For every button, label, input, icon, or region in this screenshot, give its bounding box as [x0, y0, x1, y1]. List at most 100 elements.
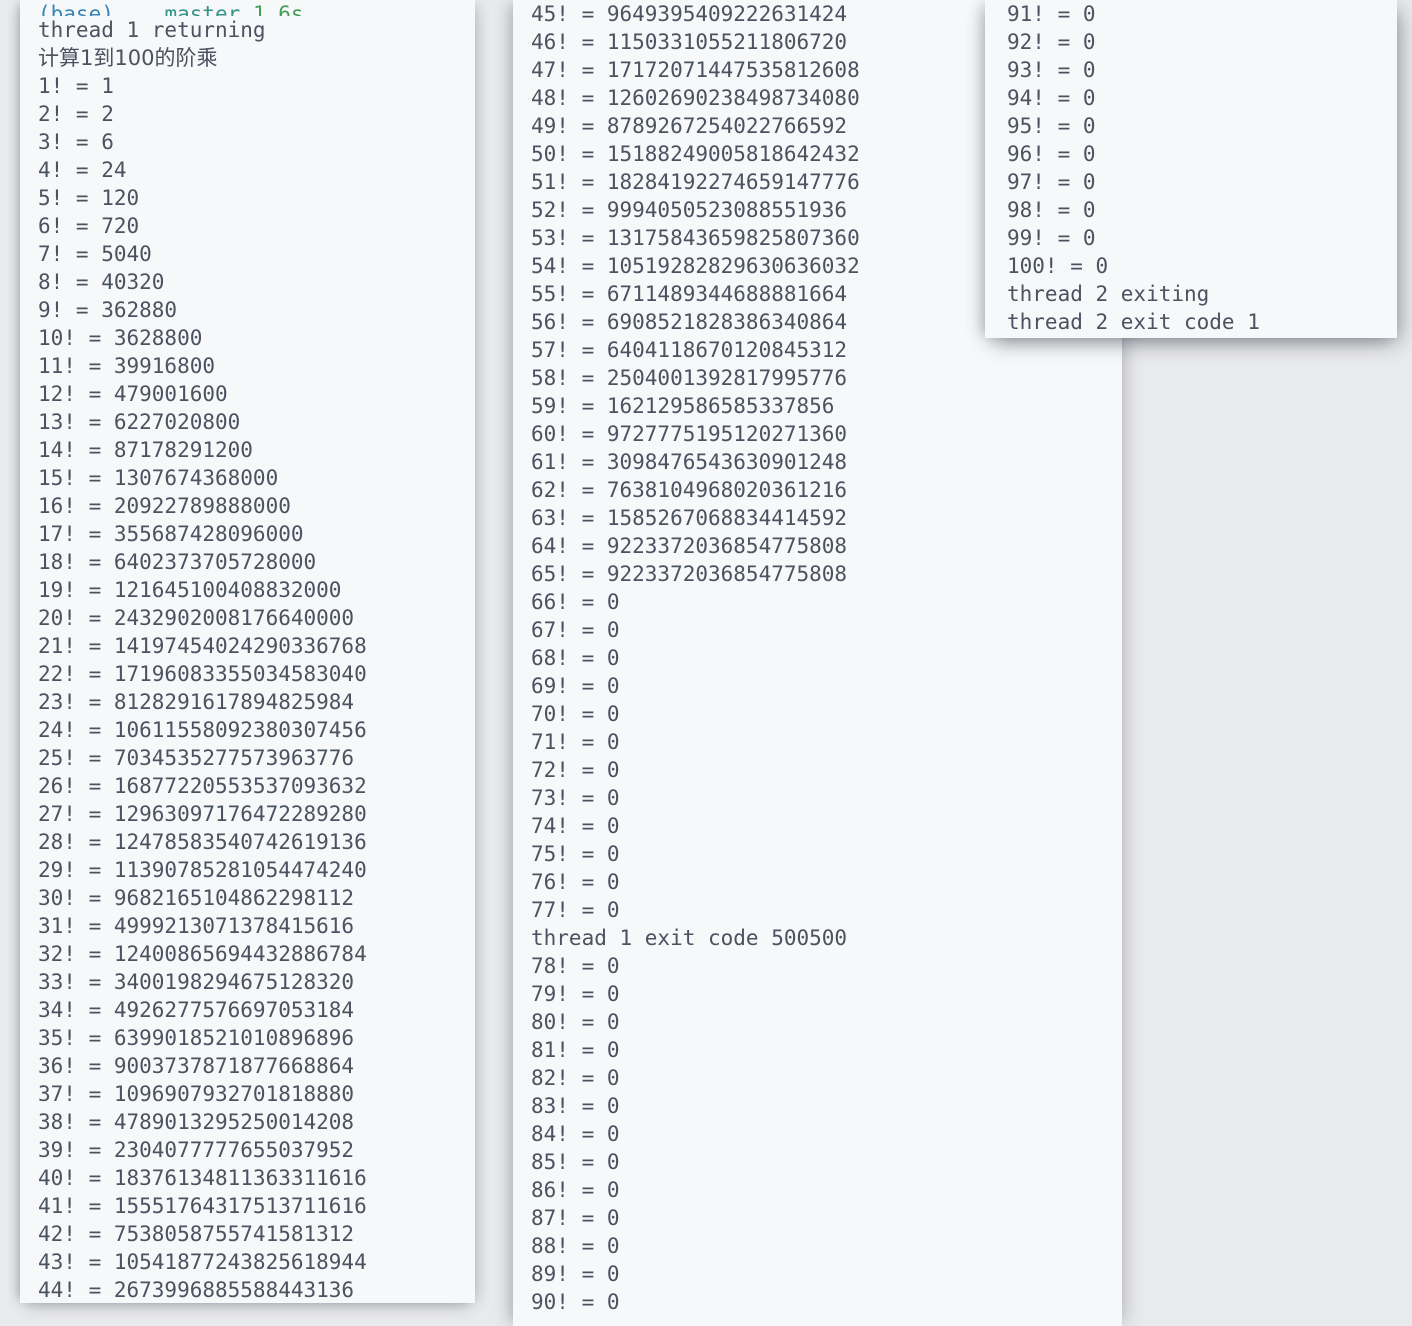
prompt-segment-user: (base)	[38, 2, 114, 16]
terminal-line: 29! = 11390785281054474240	[38, 858, 367, 882]
terminal-line: 95! = 0	[1007, 114, 1096, 138]
terminal-line: 14! = 87178291200	[38, 438, 253, 462]
terminal-line: 13! = 6227020800	[38, 410, 241, 434]
terminal-line: 42! = 7538058755741581312	[38, 1222, 355, 1246]
terminal-line: 1! = 1	[38, 74, 114, 98]
terminal-line: 34! = 4926277576697053184	[38, 998, 355, 1022]
prompt-segment-duration: 1.6s	[252, 2, 304, 16]
terminal-line: 75! = 0	[531, 842, 620, 866]
terminal-line: 43! = 10541877243825618944	[38, 1250, 367, 1274]
terminal-line: 87! = 0	[531, 1206, 620, 1230]
terminal-line: 70! = 0	[531, 702, 620, 726]
terminal-line: 30! = 9682165104862298112	[38, 886, 355, 910]
terminal-line: 59! = 162129586585337856	[531, 394, 835, 418]
terminal-line: 32! = 12400865694432886784	[38, 942, 367, 966]
terminal-line: 97! = 0	[1007, 170, 1096, 194]
terminal-line: 100! = 0	[1007, 254, 1109, 278]
terminal-line: 73! = 0	[531, 786, 620, 810]
terminal-line: 6! = 720	[38, 214, 140, 238]
terminal-line: 96! = 0	[1007, 142, 1096, 166]
terminal-line: 76! = 0	[531, 870, 620, 894]
terminal-line: 5! = 120	[38, 186, 140, 210]
terminal-line: 10! = 3628800	[38, 326, 203, 350]
terminal-line: 85! = 0	[531, 1150, 620, 1174]
terminal-line: 64! = 9223372036854775808	[531, 534, 848, 558]
terminal-line: 41! = 15551764317513711616	[38, 1194, 367, 1218]
terminal-line: 18! = 6402373705728000	[38, 550, 317, 574]
terminal-line: 39! = 2304077777655037952	[38, 1138, 355, 1162]
terminal-line: 15! = 1307674368000	[38, 466, 279, 490]
terminal-output-right: 91! = 0 92! = 0 93! = 0 94! = 0 95! = 0 96! =…	[985, 0, 1397, 336]
terminal-line: 81! = 0	[531, 1038, 620, 1062]
terminal-line: 44! = 2673996885588443136	[38, 1278, 355, 1302]
terminal-panel-right[interactable]: 91! = 0 92! = 0 93! = 0 94! = 0 95! = 0 96! =…	[985, 0, 1397, 338]
terminal-line: thread 1 exit code 500500	[531, 926, 848, 950]
terminal-line: 21! = 14197454024290336768	[38, 634, 367, 658]
terminal-line: 60! = 9727775195120271360	[531, 422, 848, 446]
terminal-line: 19! = 121645100408832000	[38, 578, 342, 602]
terminal-line: 74! = 0	[531, 814, 620, 838]
terminal-line: 77! = 0	[531, 898, 620, 922]
terminal-line: 计算1到100的阶乘	[38, 46, 218, 70]
terminal-line: 90! = 0	[531, 1290, 620, 1314]
terminal-line: 57! = 6404118670120845312	[531, 338, 848, 362]
terminal-line: 71! = 0	[531, 730, 620, 754]
terminal-line: 98! = 0	[1007, 198, 1096, 222]
terminal-line: 62! = 7638104968020361216	[531, 478, 848, 502]
terminal-line: 78! = 0	[531, 954, 620, 978]
terminal-line: 40! = 18376134811363311616	[38, 1166, 367, 1190]
terminal-line: 28! = 12478583540742619136	[38, 830, 367, 854]
terminal-line: 36! = 9003737871877668864	[38, 1054, 355, 1078]
terminal-line: 61! = 3098476543630901248	[531, 450, 848, 474]
terminal-line: 35! = 6399018521010896896	[38, 1026, 355, 1050]
terminal-line: 79! = 0	[531, 982, 620, 1006]
terminal-line: 99! = 0	[1007, 226, 1096, 250]
terminal-line: 86! = 0	[531, 1178, 620, 1202]
prompt-spacer	[114, 2, 165, 16]
shell-prompt-line: (base) master 1.6s	[20, 0, 475, 16]
prompt-spacer-2	[240, 2, 253, 16]
prompt-segment-branch: master	[164, 2, 241, 16]
terminal-line: 9! = 362880	[38, 298, 178, 322]
terminal-line: 23! = 8128291617894825984	[38, 690, 355, 714]
terminal-line: 24! = 10611558092380307456	[38, 718, 367, 742]
terminal-line: 17! = 355687428096000	[38, 522, 304, 546]
terminal-line: 2! = 2	[38, 102, 114, 126]
terminal-line: 4! = 24	[38, 158, 127, 182]
terminal-line: 72! = 0	[531, 758, 620, 782]
terminal-line: thread 1 returning	[38, 18, 266, 42]
terminal-line: 92! = 0	[1007, 30, 1096, 54]
terminal-line: thread 2 exit code 1	[1007, 310, 1260, 334]
terminal-line: 58! = 2504001392817995776	[531, 366, 848, 390]
terminal-line: 65! = 9223372036854775808	[531, 562, 848, 586]
terminal-line: 16! = 20922789888000	[38, 494, 291, 518]
terminal-line: 3! = 6	[38, 130, 114, 154]
terminal-line: 37! = 1096907932701818880	[38, 1082, 355, 1106]
terminal-line: 31! = 4999213071378415616	[38, 914, 355, 938]
terminal-line: 22! = 17196083355034583040	[38, 662, 367, 686]
terminal-line: 84! = 0	[531, 1122, 620, 1146]
terminal-panel-left[interactable]: (base) master 1.6s thread 1 returning 计算1…	[20, 0, 475, 1303]
terminal-line: 82! = 0	[531, 1066, 620, 1090]
terminal-line: 25! = 7034535277573963776	[38, 746, 355, 770]
terminal-line: 68! = 0	[531, 646, 620, 670]
terminal-line: 91! = 0	[1007, 2, 1096, 26]
terminal-output-left: thread 1 returning 计算1到100的阶乘 1! = 1 2! = 2…	[20, 16, 475, 1303]
terminal-line: 20! = 2432902008176640000	[38, 606, 355, 630]
terminal-line: 12! = 479001600	[38, 382, 228, 406]
terminal-line: 69! = 0	[531, 674, 620, 698]
terminal-line: 88! = 0	[531, 1234, 620, 1258]
terminal-line: thread 2 exiting	[1007, 282, 1210, 306]
terminal-line: 66! = 0	[531, 590, 620, 614]
terminal-line: 27! = 12963097176472289280	[38, 802, 367, 826]
terminal-line: 26! = 16877220553537093632	[38, 774, 367, 798]
terminal-line: 63! = 1585267068834414592	[531, 506, 848, 530]
terminal-line: 67! = 0	[531, 618, 620, 642]
terminal-line: 80! = 0	[531, 1010, 620, 1034]
terminal-line: 33! = 3400198294675128320	[38, 970, 355, 994]
terminal-line: 83! = 0	[531, 1094, 620, 1118]
terminal-line: 94! = 0	[1007, 86, 1096, 110]
terminal-line: 38! = 4789013295250014208	[38, 1110, 355, 1134]
terminal-line: 11! = 39916800	[38, 354, 216, 378]
terminal-line: 7! = 5040	[38, 242, 152, 266]
